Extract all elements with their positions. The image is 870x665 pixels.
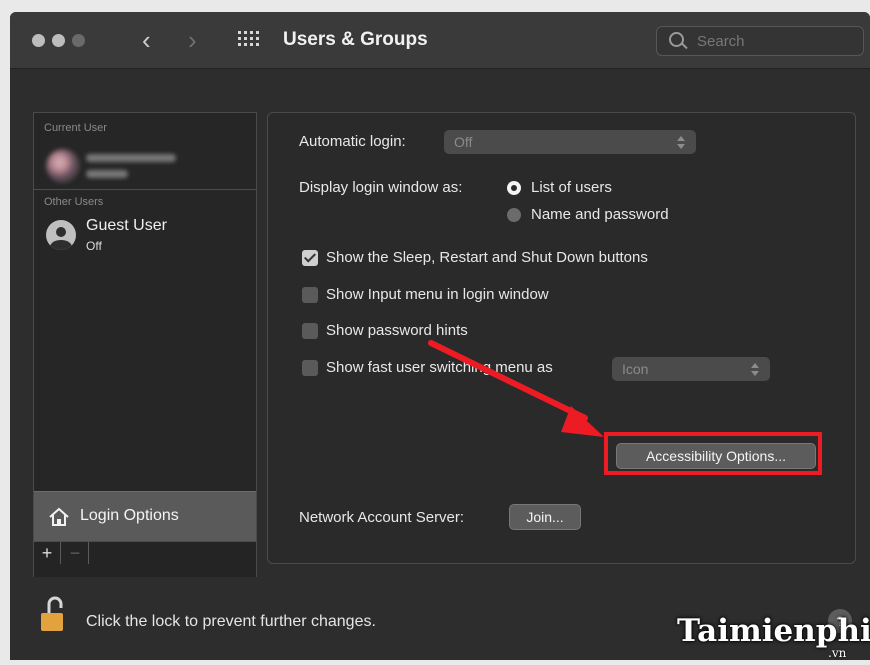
- current-user-label: Current User: [44, 122, 107, 134]
- lock-icon[interactable]: [40, 595, 68, 633]
- list-of-users-label: List of users: [531, 179, 612, 196]
- current-user-avatar: [46, 149, 80, 183]
- fast-user-switching-value: Icon: [622, 361, 649, 377]
- show-password-hints-checkbox[interactable]: [302, 323, 318, 339]
- title-bar: ‹ › Users & Groups: [10, 12, 870, 69]
- search-icon: [669, 32, 684, 47]
- home-icon: [49, 507, 69, 526]
- accessibility-options-highlight-box: [604, 432, 822, 475]
- show-fast-user-switching-checkbox[interactable]: [302, 360, 318, 376]
- show-sleep-restart-checkbox[interactable]: [302, 250, 318, 266]
- automatic-login-popup[interactable]: Off: [444, 130, 696, 154]
- minimize-window-button[interactable]: [52, 34, 65, 47]
- network-account-server-label: Network Account Server:: [299, 509, 465, 526]
- up-down-arrows-icon: [676, 134, 686, 150]
- sidebar-footer: + −: [34, 541, 256, 577]
- window-title: Users & Groups: [283, 29, 428, 50]
- remove-user-button[interactable]: −: [62, 542, 89, 564]
- show-password-hints-label: Show password hints: [326, 322, 468, 339]
- lock-status-text: Click the lock to prevent further change…: [86, 613, 376, 630]
- list-of-users-radio[interactable]: [507, 181, 521, 195]
- fast-user-switching-popup[interactable]: Icon: [612, 357, 770, 381]
- show-fast-user-switching-label: Show fast user switching menu as: [326, 359, 553, 376]
- guest-user-avatar-icon: [46, 220, 76, 250]
- close-window-button[interactable]: [32, 34, 45, 47]
- show-input-menu-checkbox[interactable]: [302, 287, 318, 303]
- show-input-menu-label: Show Input menu in login window: [326, 286, 549, 303]
- name-and-password-label: Name and password: [531, 206, 669, 223]
- automatic-login-value: Off: [454, 134, 473, 150]
- back-chevron-icon[interactable]: ‹: [142, 22, 151, 58]
- guest-user-name: Guest User: [86, 217, 167, 234]
- guest-user-status: Off: [86, 239, 102, 253]
- search-box[interactable]: [656, 26, 864, 56]
- login-options-panel: Automatic login: Off Display login windo…: [267, 112, 856, 564]
- up-down-arrows-icon: [750, 361, 760, 377]
- login-options-item[interactable]: Login Options: [34, 491, 256, 542]
- forward-chevron-icon[interactable]: ›: [188, 22, 197, 58]
- sidebar-divider: [34, 189, 256, 190]
- other-users-label: Other Users: [44, 196, 104, 208]
- blurred-user-role: [86, 170, 128, 178]
- login-options-label: Login Options: [80, 507, 179, 524]
- zoom-window-button[interactable]: [72, 34, 85, 47]
- preferences-window: ‹ › Users & Groups Current User Other Us…: [10, 12, 870, 660]
- join-button[interactable]: Join...: [509, 504, 581, 530]
- add-user-button[interactable]: +: [34, 542, 61, 564]
- search-input[interactable]: [695, 30, 859, 52]
- display-login-window-label: Display login window as:: [299, 179, 463, 196]
- blurred-user-name: [86, 154, 176, 162]
- name-and-password-radio[interactable]: [507, 208, 521, 222]
- users-sidebar: Current User Other Users Guest User Off …: [33, 112, 257, 577]
- show-sleep-restart-label: Show the Sleep, Restart and Shut Down bu…: [326, 249, 648, 266]
- show-all-grid-icon[interactable]: [238, 31, 262, 49]
- automatic-login-label: Automatic login:: [299, 133, 406, 150]
- watermark-domain: .vn: [828, 646, 847, 660]
